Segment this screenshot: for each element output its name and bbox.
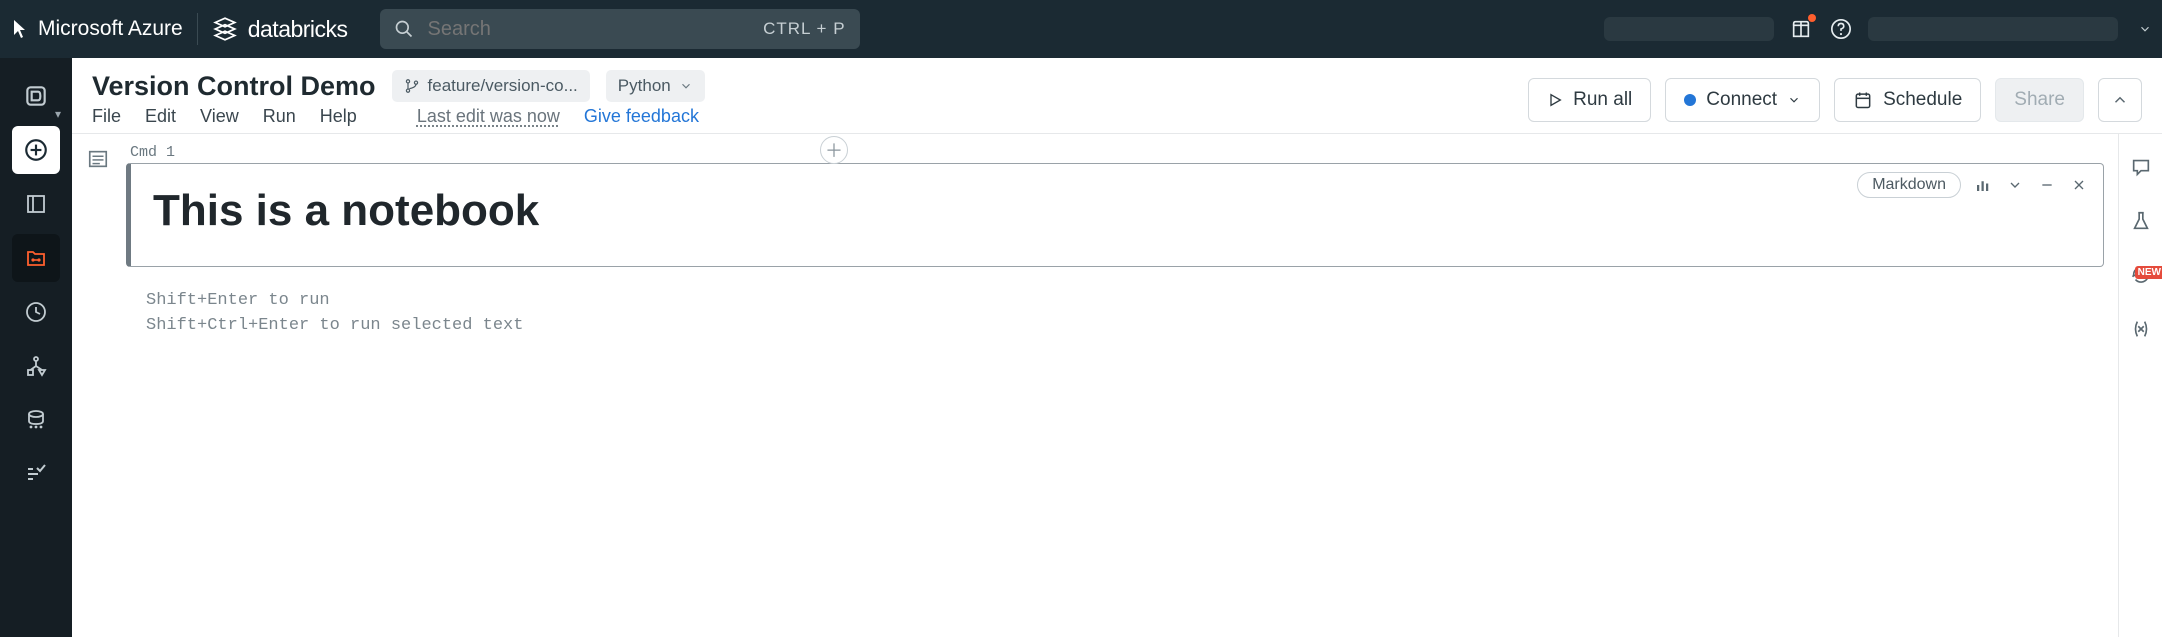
cluster-status-dot-icon	[1684, 94, 1696, 106]
last-edit-status[interactable]: Last edit was now	[417, 106, 560, 127]
help-icon[interactable]	[1828, 16, 1854, 42]
run-all-button[interactable]: Run all	[1528, 78, 1651, 122]
collapse-panel-button[interactable]	[2098, 78, 2142, 122]
chevron-up-icon	[2111, 91, 2129, 109]
menu-help[interactable]: Help	[320, 106, 357, 127]
add-cell-button[interactable]: ＋	[820, 136, 848, 164]
rail-data[interactable]	[12, 342, 60, 390]
search-shortcut-hint: CTRL + P	[763, 19, 845, 39]
cell-command-label: Cmd 1	[130, 144, 2118, 161]
connect-label: Connect	[1706, 89, 1777, 111]
cursor-icon	[12, 19, 28, 39]
comment-icon	[2130, 156, 2152, 178]
variables-panel-button[interactable]	[2128, 316, 2154, 342]
git-branch-icon	[404, 78, 420, 94]
search-icon	[394, 19, 414, 39]
rail-workflows[interactable]	[12, 450, 60, 498]
share-label: Share	[2014, 89, 2065, 111]
notebook-cell[interactable]: Markdown This i	[126, 163, 2104, 267]
menu-edit[interactable]: Edit	[145, 106, 176, 127]
databricks-logo[interactable]: databricks	[212, 16, 348, 43]
cell-actions-chevron-icon[interactable]	[2005, 175, 2025, 195]
user-menu-chevron-icon[interactable]	[2138, 22, 2152, 36]
run-hint-2: Shift+Ctrl+Enter to run selected text	[146, 314, 2118, 339]
schedule-label: Schedule	[1883, 89, 1962, 111]
menu-view[interactable]: View	[200, 106, 239, 127]
language-selector[interactable]: Python	[606, 70, 705, 102]
toc-icon	[87, 148, 109, 170]
user-email-redacted	[1868, 17, 2118, 41]
rail-workspace-browser[interactable]	[12, 180, 60, 228]
azure-topbar: Microsoft Azure databricks CTRL + P	[0, 0, 2162, 58]
flask-icon	[2130, 210, 2152, 232]
workspace-name-redacted	[1604, 17, 1774, 41]
product-name: databricks	[248, 16, 348, 43]
cell-language-pill[interactable]: Markdown	[1857, 172, 1961, 198]
git-branch-label: feature/version-co...	[428, 76, 578, 96]
run-hint-1: Shift+Enter to run	[146, 289, 2118, 314]
run-hints: Shift+Enter to run Shift+Ctrl+Enter to r…	[146, 289, 2118, 338]
git-branch-pill[interactable]: feature/version-co...	[392, 70, 590, 102]
right-side-rail: NEW	[2118, 134, 2162, 637]
rail-compute[interactable]	[12, 396, 60, 444]
run-all-label: Run all	[1573, 89, 1632, 111]
chevron-down-icon	[1787, 93, 1801, 107]
search-input[interactable]	[428, 18, 750, 41]
markdown-heading: This is a notebook	[131, 164, 2103, 260]
rail-new-button[interactable]	[12, 126, 60, 174]
connect-button[interactable]: Connect	[1665, 78, 1820, 122]
plus-icon: ＋	[825, 137, 843, 163]
new-badge: NEW	[2135, 266, 2162, 279]
notebook-title[interactable]: Version Control Demo	[92, 71, 376, 102]
left-nav-rail: ▾	[0, 58, 72, 637]
divider	[197, 13, 198, 45]
calendar-icon	[1853, 90, 1873, 110]
menu-run[interactable]: Run	[263, 106, 296, 127]
cell-chart-icon[interactable]	[1973, 175, 1993, 195]
language-label: Python	[618, 76, 671, 96]
play-icon	[1547, 92, 1563, 108]
schedule-button[interactable]: Schedule	[1834, 78, 1981, 122]
give-feedback-link[interactable]: Give feedback	[584, 106, 699, 127]
notification-dot-icon	[1808, 14, 1816, 22]
rail-workspace-switcher[interactable]: ▾	[12, 72, 60, 120]
menu-file[interactable]: File	[92, 106, 121, 127]
rail-repos[interactable]	[12, 234, 60, 282]
cell-close-icon[interactable]	[2069, 175, 2089, 195]
whats-new-icon[interactable]	[1788, 16, 1814, 42]
rail-recents[interactable]	[12, 288, 60, 336]
global-search[interactable]: CTRL + P	[380, 9, 860, 49]
experiments-panel-button[interactable]	[2128, 208, 2154, 234]
chevron-down-icon	[679, 79, 693, 93]
table-of-contents-toggle[interactable]	[72, 134, 124, 637]
cell-minimize-icon[interactable]	[2037, 175, 2057, 195]
variables-icon	[2130, 318, 2152, 340]
cloud-provider-label: Microsoft Azure	[38, 17, 183, 41]
share-button[interactable]: Share	[1995, 78, 2084, 122]
notebook-header: Version Control Demo feature/version-co.…	[72, 58, 2162, 134]
comments-panel-button[interactable]	[2128, 154, 2154, 180]
